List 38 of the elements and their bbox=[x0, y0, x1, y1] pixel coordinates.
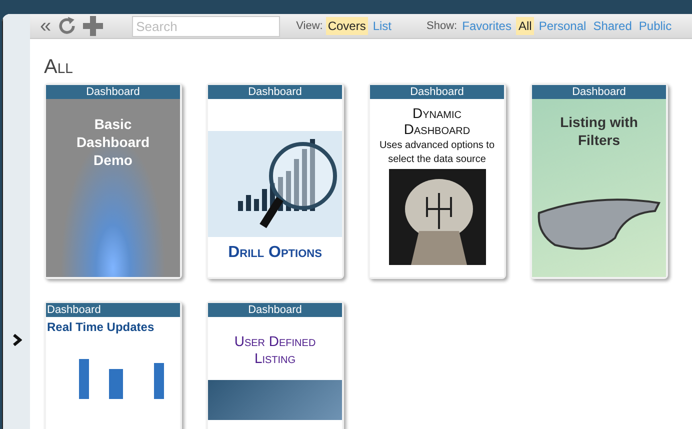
chart-bar bbox=[262, 189, 267, 211]
dashboard-card[interactable]: Dashboard Dynamic Dashboard Uses advanced options to select the data source bbox=[368, 83, 506, 279]
dashboard-card[interactable]: Dashboard Drill Options bbox=[206, 83, 344, 279]
card-type-label: Dashboard bbox=[208, 303, 342, 317]
filter-link[interactable]: Covers bbox=[326, 17, 368, 35]
card-type-label: Dashboard bbox=[46, 303, 180, 317]
chart-bar bbox=[302, 149, 307, 211]
dashboard-card[interactable]: Dashboard Real Time Updates bbox=[44, 301, 182, 429]
filter-link[interactable]: All bbox=[516, 17, 534, 35]
dashboard-card[interactable]: Dashboard Listing with Filters bbox=[530, 83, 668, 279]
card-type-label: Dashboard bbox=[532, 85, 666, 99]
section-heading: All bbox=[44, 55, 74, 79]
add-icon[interactable] bbox=[81, 14, 106, 38]
cover-title: User Defined Listing bbox=[233, 333, 317, 367]
card-type-label: Dashboard bbox=[208, 85, 342, 99]
cover-title: Dynamic Dashboard bbox=[402, 105, 472, 137]
view-label: View: bbox=[296, 18, 323, 34]
cover-title: Listing with Filters bbox=[559, 113, 639, 149]
chart-bar bbox=[294, 159, 299, 211]
cover-title: Real Time Updates bbox=[46, 319, 156, 335]
expand-chevron-icon[interactable] bbox=[12, 334, 22, 346]
cover-title: Drill Options bbox=[227, 243, 323, 263]
chart-bar bbox=[310, 139, 315, 211]
chart-bar bbox=[238, 201, 243, 211]
show-label: Show: bbox=[426, 18, 458, 34]
dashboard-card[interactable]: Dashboard User Defined Listing bbox=[206, 301, 344, 429]
card-type-label: Dashboard bbox=[370, 85, 504, 99]
magnifier-icon bbox=[260, 142, 337, 228]
dashboard-card[interactable]: Dashboard Basic Dashboard Demo bbox=[44, 83, 182, 279]
chart-bar bbox=[254, 199, 259, 211]
card-type-label: Dashboard bbox=[46, 85, 180, 99]
chart-bar bbox=[278, 177, 283, 211]
cover-title: Basic Dashboard Demo bbox=[75, 115, 151, 169]
chart-bar bbox=[286, 171, 291, 211]
search-field[interactable]: Search bbox=[132, 16, 280, 36]
chart-bar bbox=[246, 195, 251, 211]
collapse-button[interactable]: « bbox=[40, 16, 52, 36]
cover-subtitle: Uses advanced options to select the data source bbox=[378, 139, 496, 167]
